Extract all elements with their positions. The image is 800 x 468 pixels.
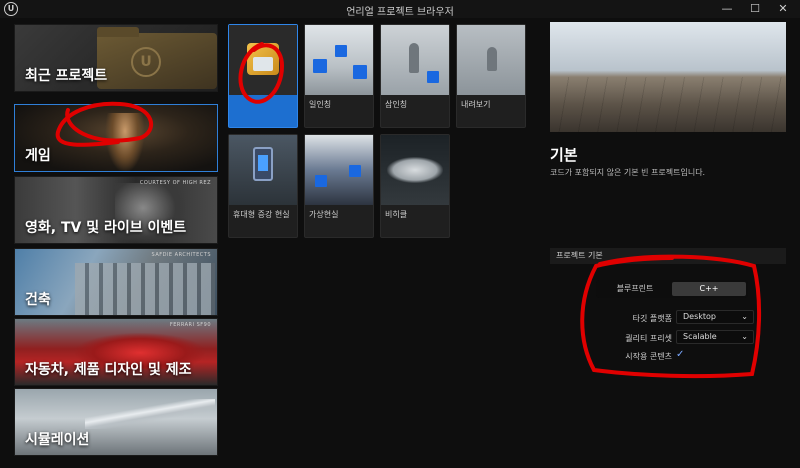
template-thumbnail xyxy=(305,25,373,95)
template-name: 내려보기 xyxy=(461,100,491,109)
close-button[interactable]: ✕ xyxy=(768,0,798,18)
template-tile-vr[interactable]: 가상현실 xyxy=(304,134,374,238)
cube-icon xyxy=(353,65,367,79)
template-grid: 일인칭 삼인칭 내려보기 휴대형 증강 현실 가상현실 비히클 xyxy=(222,22,542,462)
cube-icon xyxy=(349,165,361,177)
template-thumbnail xyxy=(229,25,297,95)
template-tile-top-down[interactable]: 내려보기 xyxy=(456,24,526,128)
quality-preset-label: 퀄리티 프리셋 xyxy=(625,334,672,343)
template-name: 휴대형 증강 현실 xyxy=(233,210,290,219)
category-label: 게임 xyxy=(25,148,51,164)
category-label: 자동차, 제품 디자인 및 제조 xyxy=(25,362,192,378)
category-label: 최근 프로젝트 xyxy=(25,68,108,84)
chevron-down-icon: ⌄ xyxy=(741,312,748,321)
category-simulation[interactable]: 시뮬레이션 xyxy=(14,388,218,456)
template-name: 일인칭 xyxy=(309,100,332,109)
template-thumbnail xyxy=(305,135,373,205)
starter-content-checkbox[interactable]: ✓ xyxy=(676,349,688,361)
title-bar: U 언리얼 프로젝트 브라우저 — ☐ ✕ xyxy=(0,0,800,18)
template-tile-first-person[interactable]: 일인칭 xyxy=(304,24,374,128)
starter-content-row: 시작용 콘텐츠 ✓ xyxy=(546,348,790,364)
category-film-tv-live[interactable]: COURTESY OF HIGH REZ 영화, TV 및 라이브 이벤트 xyxy=(14,176,218,244)
category-recent-projects[interactable]: U 최근 프로젝트 xyxy=(14,24,218,92)
target-platform-value: Desktop xyxy=(683,312,716,321)
template-thumbnail xyxy=(381,25,449,95)
template-tile-handheld-ar[interactable]: 휴대형 증강 현실 xyxy=(228,134,298,238)
maximize-button[interactable]: ☐ xyxy=(740,0,770,18)
category-label: 시뮬레이션 xyxy=(25,432,90,448)
category-architecture[interactable]: SAFDIE ARCHITECTS 건축 xyxy=(14,248,218,316)
unreal-logo-icon: U xyxy=(131,47,161,77)
target-platform-label: 타깃 플랫폼 xyxy=(632,314,672,323)
mannequin-icon xyxy=(409,43,419,73)
target-platform-dropdown[interactable]: Desktop ⌄ xyxy=(676,310,754,324)
starter-content-label: 시작용 콘텐츠 xyxy=(625,352,672,361)
category-image xyxy=(105,113,145,171)
project-defaults-header: 프로젝트 기본 xyxy=(550,248,786,264)
minimize-button[interactable]: — xyxy=(712,0,742,18)
category-label: 영화, TV 및 라이브 이벤트 xyxy=(25,220,187,236)
template-description: 코드가 포함되지 않은 기본 빈 프로젝트입니다. xyxy=(550,168,706,177)
blank-project-icon xyxy=(247,43,279,75)
cube-icon xyxy=(335,45,347,57)
template-preview-image xyxy=(550,22,786,132)
category-list: U 최근 프로젝트 게임 COURTESY OF HIGH REZ 영화, TV… xyxy=(10,22,220,462)
category-image xyxy=(85,399,215,429)
template-thumbnail xyxy=(381,135,449,205)
category-image xyxy=(75,263,215,315)
language-toggle: 블루프린트 C++ xyxy=(596,280,748,298)
category-automotive[interactable]: FERRARI SF90 자동차, 제품 디자인 및 제조 xyxy=(14,318,218,386)
category-badge: SAFDIE ARCHITECTS xyxy=(151,252,211,258)
target-platform-row: 타깃 플랫폼 Desktop ⌄ xyxy=(546,310,790,326)
template-thumbnail xyxy=(457,25,525,95)
category-games[interactable]: 게임 xyxy=(14,104,218,172)
template-name: 비히클 xyxy=(385,210,408,219)
mannequin-icon xyxy=(487,47,497,71)
template-name: 가상현실 xyxy=(309,210,339,219)
quality-preset-value: Scalable xyxy=(683,332,717,341)
category-badge: FERRARI SF90 xyxy=(169,322,211,328)
quality-preset-dropdown[interactable]: Scalable ⌄ xyxy=(676,330,754,344)
cube-icon xyxy=(313,59,327,73)
cube-icon xyxy=(427,71,439,83)
template-tile-third-person[interactable]: 삼인칭 xyxy=(380,24,450,128)
template-title: 기본 xyxy=(550,146,578,164)
cpp-option[interactable]: C++ xyxy=(672,282,746,296)
phone-icon xyxy=(253,147,273,181)
template-tile-blank[interactable] xyxy=(228,24,298,128)
template-thumbnail xyxy=(229,135,297,205)
quality-preset-row: 퀄리티 프리셋 Scalable ⌄ xyxy=(546,330,790,346)
template-detail-panel: 기본 코드가 포함되지 않은 기본 빈 프로젝트입니다. 프로젝트 기본 블루프… xyxy=(546,22,790,462)
category-badge: COURTESY OF HIGH REZ xyxy=(139,180,211,186)
category-label: 건축 xyxy=(25,292,51,308)
chevron-down-icon: ⌄ xyxy=(741,332,748,341)
folder-icon: U xyxy=(97,27,217,89)
car-icon xyxy=(387,157,443,183)
template-tile-vehicle[interactable]: 비히클 xyxy=(380,134,450,238)
template-name: 삼인칭 xyxy=(385,100,408,109)
cube-icon xyxy=(315,175,327,187)
window-title: 언리얼 프로젝트 브라우저 xyxy=(346,7,454,18)
blueprint-option[interactable]: 블루프린트 xyxy=(598,282,672,296)
